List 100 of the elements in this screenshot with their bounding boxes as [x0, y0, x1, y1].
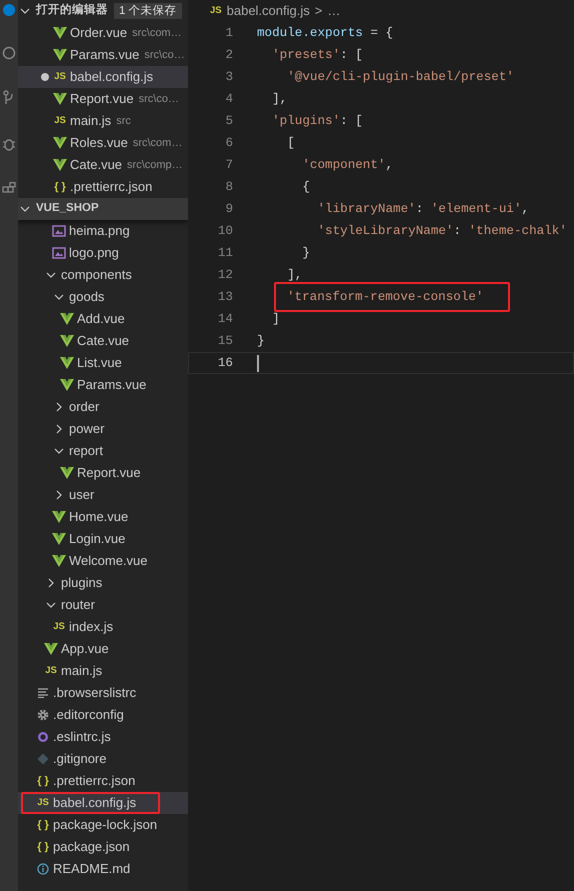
code-text: }: [301, 244, 310, 262]
file-name: logo.png: [69, 244, 119, 262]
tree-item[interactable]: .browserslistrc: [18, 682, 188, 704]
image-file-icon: [52, 247, 66, 259]
open-editor-item[interactable]: Report.vue src\co…: [18, 88, 188, 110]
section-title: VUE_SHOP: [36, 201, 99, 216]
tree-item[interactable]: Login.vue: [18, 528, 188, 550]
tree-item[interactable]: router: [18, 594, 188, 616]
code-text: }: [257, 332, 265, 350]
file-name: Report.vue: [70, 90, 134, 108]
code-text: [: [286, 134, 295, 152]
folder-name: report: [69, 442, 103, 460]
file-name: babel.config.js: [53, 794, 136, 812]
vue-file-icon: [53, 27, 67, 39]
open-editor-item[interactable]: JS babel.config.js: [18, 66, 188, 88]
open-editor-item[interactable]: JS main.js src: [18, 110, 188, 132]
vue-file-icon: [60, 335, 74, 347]
vue-file-icon: [60, 467, 74, 479]
info-icon: [37, 863, 49, 875]
tree-item[interactable]: README.md: [18, 858, 188, 880]
file-name: Order.vue: [70, 24, 128, 42]
tree-item[interactable]: { } .prettierrc.json: [18, 770, 188, 792]
file-path: src\co…: [144, 48, 185, 63]
open-editor-item[interactable]: Cate.vue src\comp…: [18, 154, 188, 176]
tree-item[interactable]: .gitignore: [18, 748, 188, 770]
line-number: 16: [216, 354, 233, 372]
file-name: .prettierrc.json: [70, 178, 152, 196]
code-text: ]: [271, 310, 280, 328]
code-text: 'transform-remove-console': [287, 288, 484, 306]
file-name: .editorconfig: [53, 706, 124, 724]
file-name: .eslintrc.js: [53, 728, 111, 746]
file-path: src\com…: [132, 136, 182, 151]
vue-file-icon: [53, 49, 67, 61]
file-name: Report.vue: [77, 464, 141, 482]
code-text: {: [301, 178, 310, 196]
folder-name: plugins: [61, 574, 102, 592]
line-number: 14: [216, 310, 233, 328]
tree-item[interactable]: order: [18, 396, 188, 418]
file-name: Cate.vue: [70, 156, 122, 174]
tree-item[interactable]: goods: [18, 286, 188, 308]
file-name: Welcome.vue: [69, 552, 148, 570]
folder-name: user: [69, 486, 94, 504]
open-editor-item[interactable]: Params.vue src\co…: [18, 44, 188, 66]
tree-item[interactable]: report: [18, 440, 188, 462]
gear-file-icon: [37, 709, 49, 721]
file-name: index.js: [69, 618, 114, 636]
tree-item[interactable]: JS index.js: [18, 616, 188, 638]
js-file-icon: JS: [53, 620, 65, 634]
tree-item[interactable]: List.vue: [18, 352, 188, 374]
tree-item[interactable]: Cate.vue: [18, 330, 188, 352]
vue-file-icon: [53, 93, 67, 105]
file-name: main.js: [61, 662, 102, 680]
tree-item[interactable]: App.vue: [18, 638, 188, 660]
tree-item[interactable]: Params.vue: [18, 374, 188, 396]
tree-item[interactable]: heima.png: [18, 220, 188, 242]
breadcrumb-item[interactable]: babel.config.js: [226, 1, 310, 21]
file-name: README.md: [53, 860, 130, 878]
tree-item[interactable]: JS babel.config.js: [18, 792, 188, 814]
line-number: 7: [224, 156, 233, 174]
tree-item[interactable]: { } package.json: [18, 836, 188, 858]
file-name: Cate.vue: [77, 332, 130, 350]
tree-item[interactable]: .editorconfig: [18, 704, 188, 726]
json-file-icon: { }: [54, 178, 66, 196]
diamond-file-icon: [37, 753, 49, 765]
breadcrumb-item[interactable]: …: [327, 1, 340, 21]
open-editor-item[interactable]: { } .prettierrc.json: [18, 176, 188, 198]
line-number: 2: [224, 46, 233, 64]
open-editor-item[interactable]: Roles.vue src\com…: [18, 132, 188, 154]
tree-item[interactable]: plugins: [18, 572, 188, 594]
open-editor-item[interactable]: Order.vue src\com…: [18, 22, 188, 44]
line-number: 12: [216, 266, 233, 284]
js-file-icon: JS: [37, 796, 49, 810]
tree-item[interactable]: Welcome.vue: [18, 550, 188, 572]
tree-item[interactable]: Home.vue: [18, 506, 188, 528]
json-file-icon: { }: [37, 772, 49, 790]
tree-item[interactable]: logo.png: [18, 242, 188, 264]
file-name: main.js: [70, 112, 112, 130]
code-text: 'styleLibraryName': 'theme-chalk': [316, 222, 567, 240]
tree-item[interactable]: power: [18, 418, 188, 440]
folder-name: components: [61, 266, 132, 284]
vue-file-icon: [52, 533, 66, 545]
tree-item[interactable]: user: [18, 484, 188, 506]
tree-item[interactable]: Add.vue: [18, 308, 188, 330]
file-path: src\comp…: [127, 158, 183, 173]
tree-item[interactable]: Report.vue: [18, 462, 188, 484]
tree-item[interactable]: JS main.js: [18, 660, 188, 682]
tree-item[interactable]: { } package-lock.json: [18, 814, 188, 836]
vue-file-icon: [53, 159, 67, 171]
vue-file-icon: [44, 643, 58, 655]
unsaved-count: 1 个未保存: [114, 3, 182, 19]
image-file-icon: [52, 225, 66, 237]
tree-item[interactable]: components: [18, 264, 188, 286]
vue-file-icon: [60, 357, 74, 369]
tree-item[interactable]: .eslintrc.js: [18, 726, 188, 748]
file-name: Params.vue: [77, 376, 146, 394]
line-number: 9: [224, 200, 233, 218]
line-number: 4: [224, 90, 233, 108]
file-name: .browserslistrc: [53, 684, 136, 702]
file-name: package-lock.json: [53, 816, 158, 834]
line-number: 8: [224, 178, 233, 196]
